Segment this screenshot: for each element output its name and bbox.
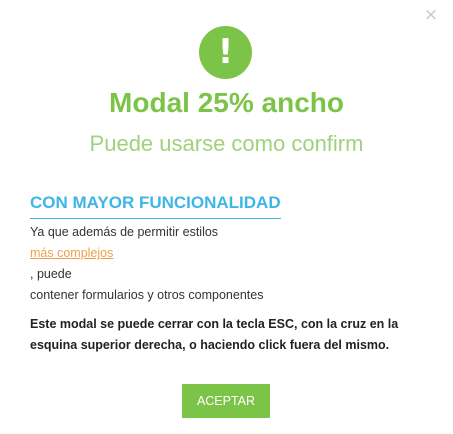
modal-subtitle: Puede usarse como confirm [89,131,364,156]
close-instructions: Este modal se puede cerrar con la tecla … [30,317,399,352]
body-line-3: contener formularios y otros componentes [30,288,264,302]
modal-dialog: × ! Modal 25% ancho Puede usarse como co… [0,0,453,434]
body-line-2: , puede [30,267,72,281]
modal-title: Modal 25% ancho [109,87,344,118]
body-link-line: más complejos [30,243,423,264]
more-complex-link[interactable]: más complejos [30,246,113,260]
exclamation-icon: ! [199,26,252,79]
body-line-1: Ya que además de permitir estilos [30,225,219,239]
accept-button[interactable]: ACEPTAR [182,384,270,418]
close-icon[interactable]: × [423,6,439,24]
modal-body: CON MAYOR FUNCIONALIDAD Ya que además de… [30,192,423,356]
section-heading: CON MAYOR FUNCIONALIDAD [30,192,281,219]
